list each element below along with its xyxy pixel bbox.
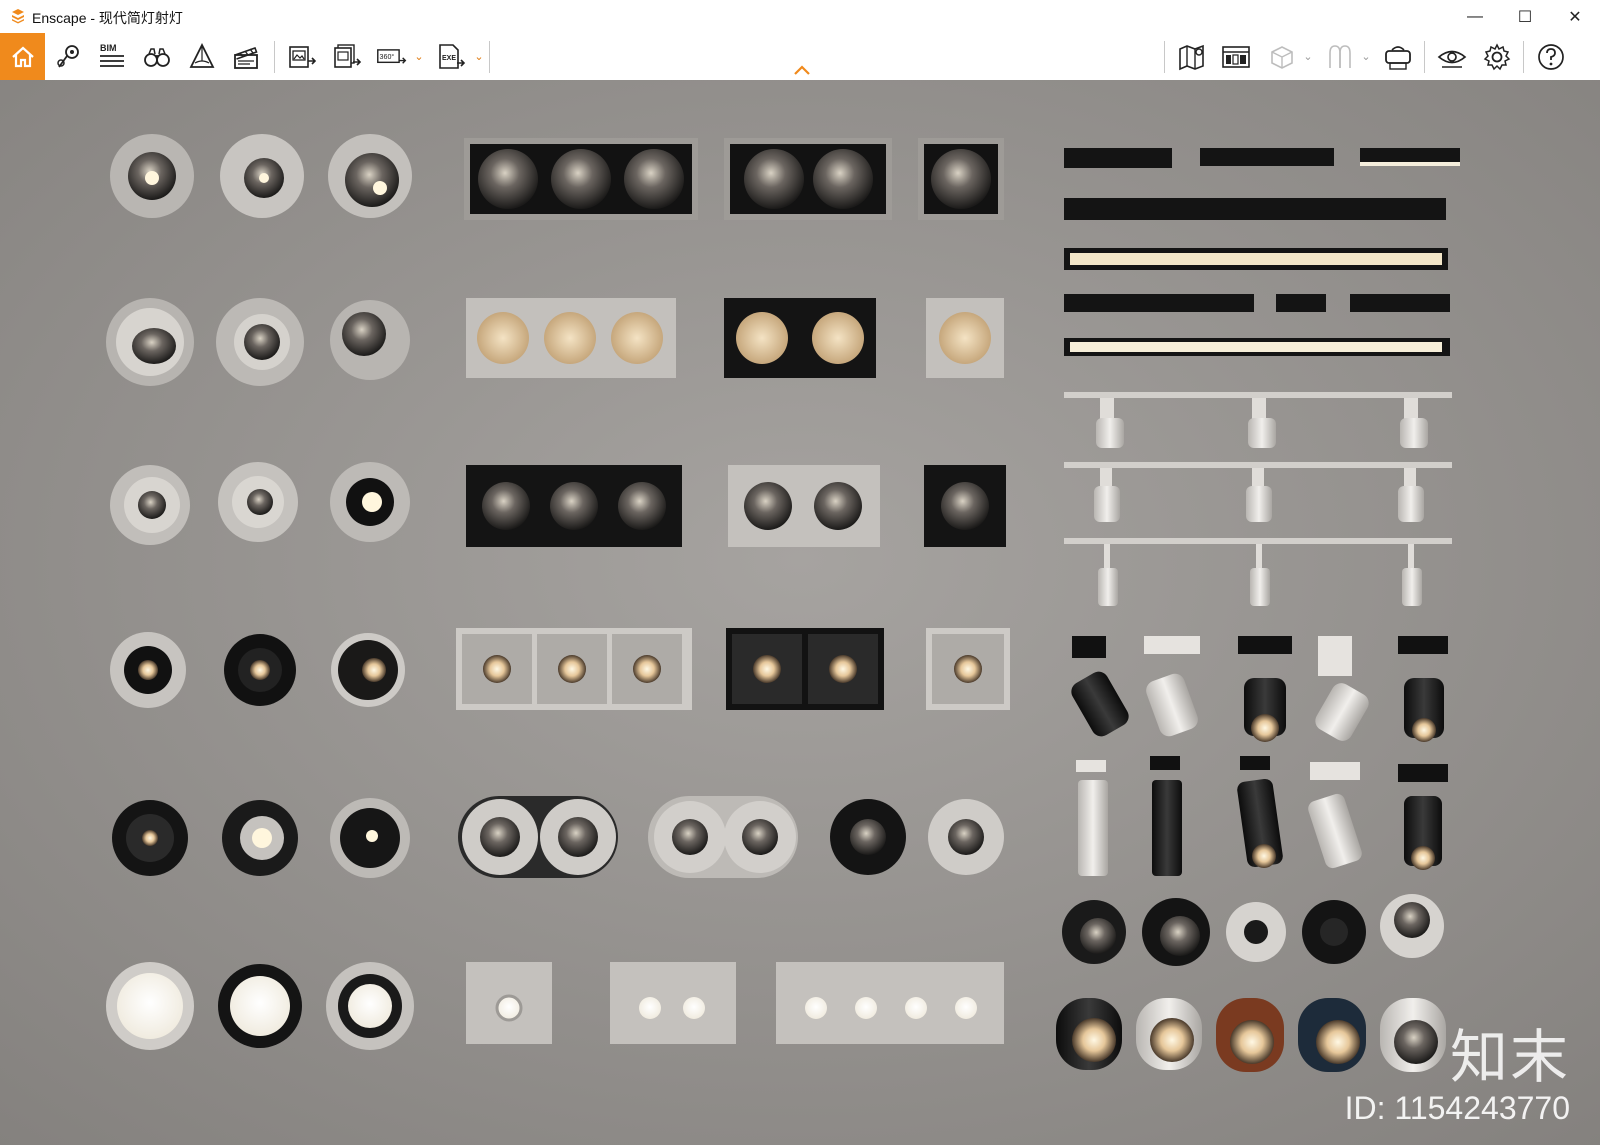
watermark-id: ID: 1154243770 bbox=[1344, 1090, 1570, 1126]
batch-export-icon bbox=[334, 44, 362, 68]
vr-headset-icon bbox=[1385, 46, 1411, 70]
cone-icon bbox=[189, 42, 215, 68]
window-titlebar: Enscape - 现代简灯射灯 — ☐ ✕ bbox=[0, 0, 1600, 33]
gear-icon bbox=[1483, 43, 1511, 71]
material-icon bbox=[1329, 45, 1351, 68]
binoculars-icon bbox=[144, 48, 170, 67]
enscape-logo-icon bbox=[12, 9, 24, 24]
bim-label: BIM bbox=[100, 43, 117, 53]
asset-library-icon bbox=[1222, 46, 1250, 68]
panorama-360-icon: 360° bbox=[377, 49, 407, 64]
vr-button[interactable] bbox=[1378, 37, 1418, 77]
map-icon bbox=[1179, 44, 1204, 71]
cube-icon bbox=[1271, 46, 1293, 69]
window-title: Enscape - 现代简灯射灯 bbox=[32, 10, 183, 26]
asset-library-button[interactable] bbox=[1216, 37, 1256, 77]
home-button[interactable] bbox=[0, 33, 45, 80]
maximize-button[interactable]: ☐ bbox=[1500, 0, 1550, 33]
video-editor-button[interactable] bbox=[226, 37, 266, 77]
material-button[interactable] bbox=[1320, 37, 1360, 77]
toolbar-separator bbox=[489, 41, 490, 73]
material-dropdown-icon[interactable]: ⌄ bbox=[1361, 51, 1371, 63]
toolbar-separator bbox=[1164, 41, 1165, 73]
watermark-logo: 知末 bbox=[1449, 1023, 1570, 1091]
panorama-dropdown-icon[interactable]: ⌄ bbox=[414, 51, 424, 63]
atmosphere-button[interactable] bbox=[182, 37, 222, 77]
cube-button[interactable] bbox=[1262, 37, 1302, 77]
clapperboard-icon bbox=[234, 46, 258, 69]
panorama-label: 360° bbox=[380, 53, 395, 61]
house-icon bbox=[11, 46, 34, 67]
toolbar-separator bbox=[1523, 41, 1524, 73]
map-button[interactable] bbox=[1172, 37, 1212, 77]
batch-render-button[interactable] bbox=[327, 37, 367, 77]
help-icon bbox=[1538, 44, 1564, 70]
watermark: 知末 ID: 1154243770 bbox=[1345, 1010, 1570, 1127]
exe-label: EXE bbox=[442, 55, 456, 62]
cube-dropdown-icon[interactable]: ⌄ bbox=[1303, 51, 1313, 63]
visual-settings-button[interactable] bbox=[1432, 37, 1472, 77]
image-export-icon bbox=[289, 46, 317, 68]
settings-button[interactable] bbox=[1477, 37, 1517, 77]
help-button[interactable] bbox=[1531, 37, 1571, 77]
panorama-button[interactable]: 360° bbox=[372, 37, 412, 77]
toolbar-separator bbox=[274, 41, 275, 73]
exe-export-icon: EXE bbox=[439, 44, 466, 69]
exe-export-button[interactable]: EXE bbox=[431, 37, 471, 77]
bim-list-icon: BIM bbox=[100, 43, 124, 67]
map-pin-icon bbox=[57, 45, 79, 68]
toolbar-separator bbox=[1424, 41, 1425, 73]
close-button[interactable]: ✕ bbox=[1550, 0, 1600, 33]
exe-dropdown-icon[interactable]: ⌄ bbox=[474, 51, 484, 63]
collapse-toolbar-icon[interactable] bbox=[792, 63, 812, 77]
views-button[interactable] bbox=[137, 37, 177, 77]
render-viewport[interactable] bbox=[0, 80, 1600, 1145]
eye-icon bbox=[1437, 50, 1467, 68]
location-button[interactable] bbox=[48, 37, 88, 77]
screenshot-button[interactable] bbox=[282, 37, 322, 77]
minimize-button[interactable]: — bbox=[1450, 0, 1500, 33]
bim-button[interactable]: BIM bbox=[92, 37, 132, 77]
